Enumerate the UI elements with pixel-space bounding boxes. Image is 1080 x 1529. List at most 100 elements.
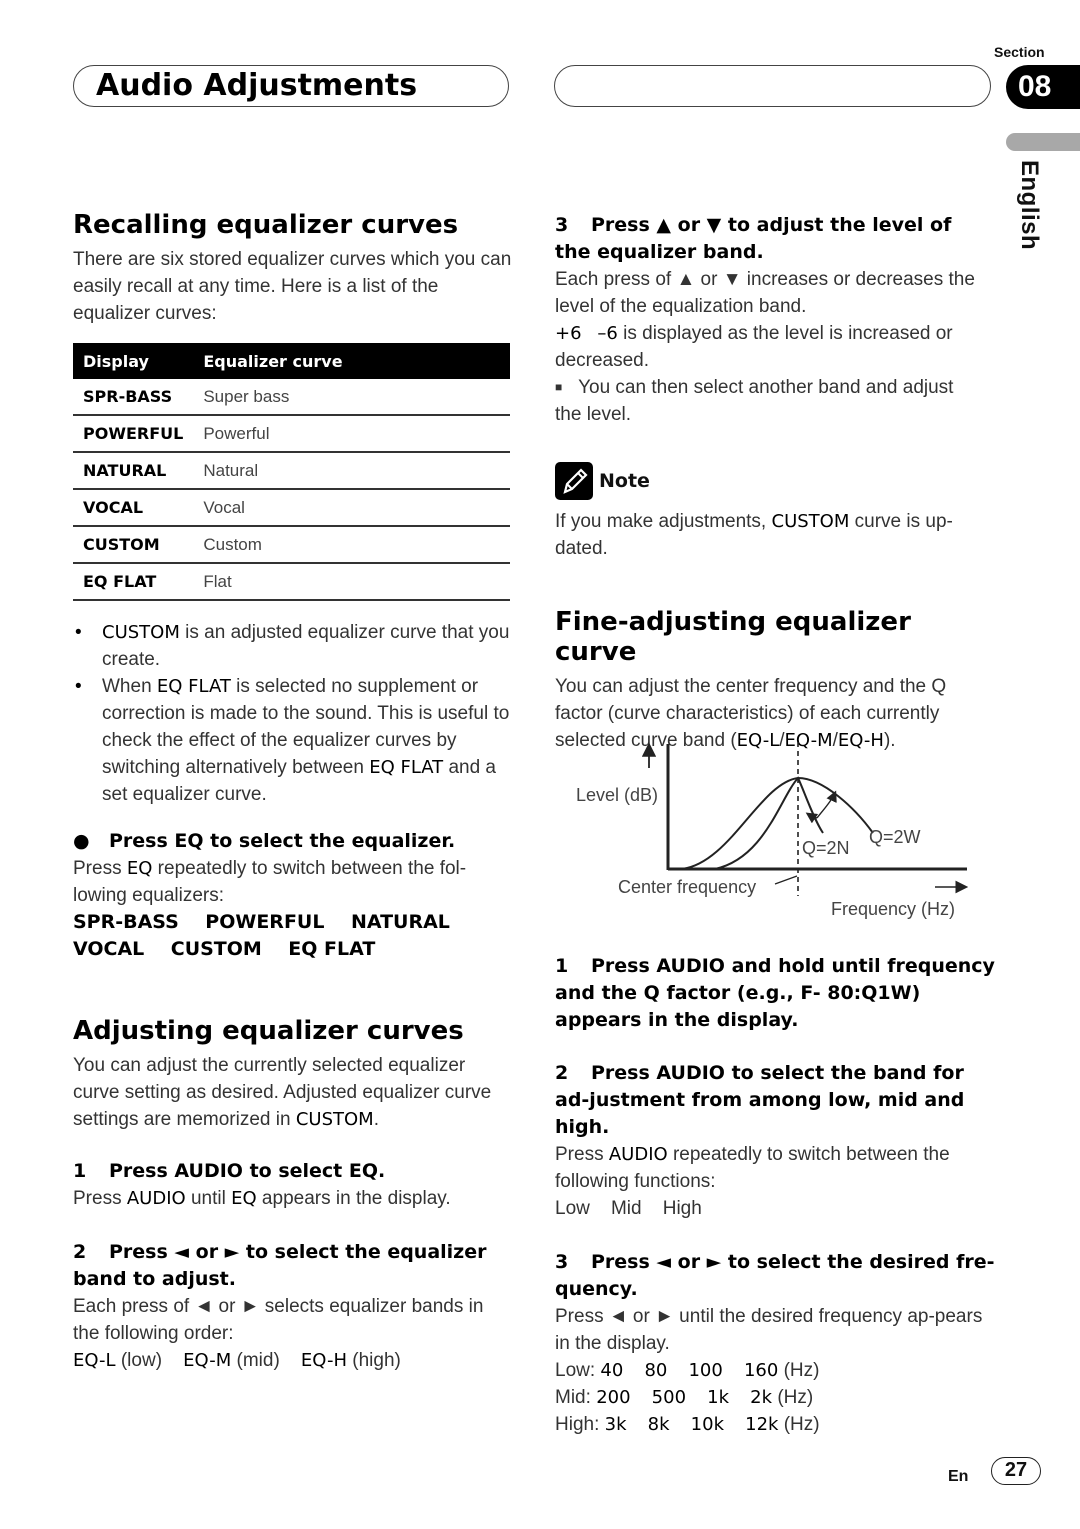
step-number: 3 [555,214,569,236]
band-desc: (high) [352,1350,401,1371]
recall-step: ● Press EQ to select the equalizer. [73,828,513,855]
keyword: AUDIO [126,1188,186,1209]
band-keyword: EQ-H [300,1350,347,1371]
section-label: Section [994,44,1045,60]
band-order: EQ-L (low) EQ-M (mid) EQ-H (high) [73,1347,513,1374]
adjust-step-3-block: 3 Press ▲ or ▼ to adjust the level of the… [555,212,985,562]
table-row: VOCAL Vocal [73,489,510,527]
eq-option: CUSTOM [170,938,262,960]
unit: (Hz) [783,1414,820,1435]
chapter-title: Audio Adjustments [96,68,418,103]
curve-cell: Powerful [193,415,510,453]
bullet-custom: CUSTOM is an adjusted equalizer curve th… [73,619,513,673]
eq-option: EQ FLAT [288,938,376,960]
step-number: 1 [73,1160,87,1182]
keyword: EQ [126,858,153,879]
keyword: EQ FLAT [369,757,444,778]
step-label: Press EQ to select the equalizer. [109,830,456,852]
table-row: CUSTOM Custom [73,526,510,564]
step-number: 3 [555,1251,569,1273]
step-number: 2 [555,1062,569,1084]
eq-option: VOCAL [73,938,145,960]
step-number: 2 [73,1241,87,1263]
frequency-value: 12k [745,1414,779,1435]
center-leader-line [774,875,798,885]
language-tab-bar [1006,133,1080,151]
frequency-band-line: High: 3k 8k 10k 12k (Hz) [555,1411,995,1438]
band-name: Low: [555,1360,596,1381]
level-min: –6 [597,323,618,344]
step-label: Press AUDIO to select EQ. [109,1160,386,1182]
table-row: NATURAL Natural [73,452,510,490]
page-number: 27 [991,1457,1041,1485]
adjust-heading: Adjusting equalizer curves [73,1016,464,1046]
col-header-display: Display [73,343,194,379]
function-option: Mid [610,1198,642,1219]
display-cell: NATURAL [73,452,194,490]
eq-option: NATURAL [350,911,450,933]
level-max: +6 [555,323,582,344]
text: until [185,1188,232,1209]
fine-step-2-body: Press AUDIO repeatedly to switch between… [555,1141,995,1195]
fine-heading: Fine-adjusting equalizer curve [555,607,911,667]
section-number-tab: 08 [1006,65,1080,109]
bullet-text: When [102,676,157,697]
text: Press [73,1188,127,1209]
step-label: Press ▲ or ▼ to adjust the level of the … [555,214,952,263]
display-cell: EQ FLAT [73,563,194,601]
keyword: AUDIO [608,1144,668,1165]
keyword: CUSTOM [102,622,180,643]
x-axis-label: Frequency (Hz) [831,899,955,919]
step-label: Press AUDIO to select the band for ad-ju… [555,1062,965,1138]
curve-cell: Natural [193,452,510,490]
bullet-eq-flat: When EQ FLAT is selected no supplement o… [73,673,513,808]
y-axis-label: Level (dB) [576,785,658,805]
table-header-row: Display Equalizer curve [73,343,510,379]
fine-step-1: 1 Press AUDIO and hold until frequency an… [555,953,995,1034]
band-name: High: [555,1414,600,1435]
col-header-curve: Equalizer curve [193,343,510,379]
table-row: EQ FLAT Flat [73,563,510,601]
display-cell: SPR-BASS [73,379,194,416]
display-cell: CUSTOM [73,526,194,564]
curve-cell: Super bass [193,379,510,416]
step-number: 1 [555,955,569,977]
band-keyword: EQ-L [73,1350,116,1371]
text: Press [555,1144,609,1165]
adjust-step-3-body: Each press of ▲ or ▼ increases or decrea… [555,269,975,317]
adjust-step-3: 3 Press ▲ or ▼ to adjust the level of the… [555,212,985,266]
frequency-value: 1k [707,1387,730,1408]
frequency-value: 8k [647,1414,670,1435]
recall-intro: There are six stored equalizer curves wh… [73,249,512,324]
chapter-title-box: Audio Adjustments [73,65,509,107]
frequency-value: 3k [604,1414,627,1435]
fine-section: Fine-adjusting equalizer curve You can a… [555,607,995,754]
step-label: Press ◄ or ► to select the desired fre-q… [555,1251,995,1300]
fine-step-3-body: Press ◄ or ► until the desired frequency… [555,1306,983,1354]
text: Press [73,858,127,879]
table-row: SPR-BASS Super bass [73,379,510,416]
display-cell: VOCAL [73,489,194,527]
function-option: Low [555,1198,590,1219]
text: If you make adjustments, [555,511,772,532]
frequency-value: 10k [690,1414,724,1435]
frequency-band-line: Low: 40 80 100 160 (Hz) [555,1357,995,1384]
band-desc: (mid) [236,1350,280,1371]
frequency-band-line: Mid: 200 500 1k 2k (Hz) [555,1384,995,1411]
step-label: Press AUDIO and hold until frequency and… [555,955,995,1031]
q-factor-diagram: Level (dB) Q=2N Q=2W Center frequency Fr… [576,742,969,919]
frequency-value: 2k [750,1387,773,1408]
fine-step-2: 2 Press AUDIO to select the band for ad-j… [555,1060,995,1141]
recall-step-body: Press EQ repeatedly to switch between th… [73,855,513,909]
band-desc: (low) [120,1350,163,1371]
step-label: Press ◄ or ► to select the equalizer ban… [73,1241,487,1290]
adjust-step-2: 2 Press ◄ or ► to select the equalizer ba… [73,1239,513,1293]
text: . [373,1109,379,1130]
language-code: En [948,1468,969,1485]
curve-cell: Custom [193,526,510,564]
widen-arrow-icon [816,790,837,819]
frequency-value: 100 [688,1360,723,1381]
eq-option: POWERFUL [205,911,325,933]
frequency-value: 40 [600,1360,624,1381]
wide-q-label: Q=2W [869,827,921,847]
